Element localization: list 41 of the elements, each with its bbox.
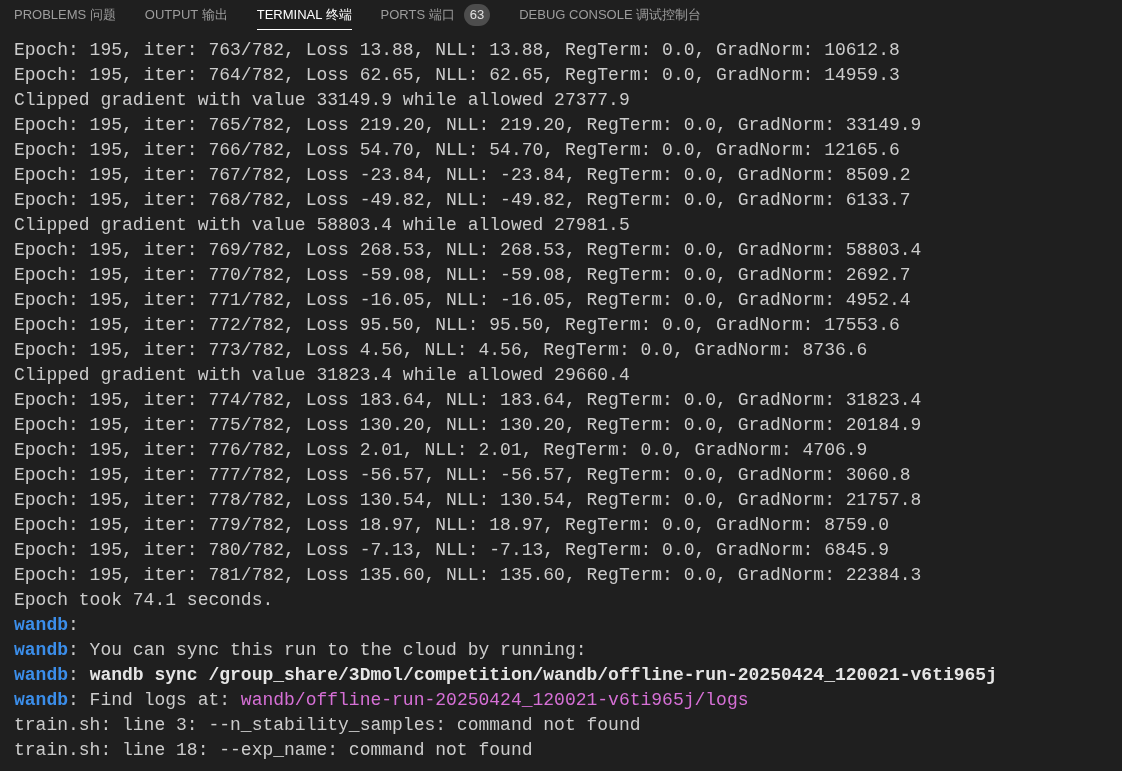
terminal-line: Epoch: 195, iter: 781/782, Loss 135.60, NLL: 135.60, RegTerm: 0.0, GradNorm: 22384.3	[14, 564, 923, 587]
panel-tab[interactable]: TERMINAL 终端	[256, 0, 352, 30]
terminal-line: train.sh: line 3: --n_stability_samples: command not found	[14, 714, 642, 737]
terminal-line: Epoch: 195, iter: 767/782, Loss -23.84, NLL: -23.84, RegTerm: 0.0, GradNorm: 8509.2	[14, 164, 912, 187]
terminal-line: Epoch: 195, iter: 770/782, Loss -59.08, NLL: -59.08, RegTerm: 0.0, GradNorm: 2692.7	[14, 264, 912, 287]
terminal-line: Epoch: 195, iter: 764/782, Loss 62.65, NLL: 62.65, RegTerm: 0.0, GradNorm: 14959.3	[14, 64, 901, 87]
panel-tab[interactable]: DEBUG CONSOLE 调试控制台	[519, 0, 702, 30]
terminal-line: Clipped gradient with value 33149.9 while allowed 27377.9	[14, 89, 631, 112]
terminal-text: : Find logs at:	[68, 690, 232, 710]
wandb-prefix: wandb	[14, 640, 68, 660]
terminal-line: Clipped gradient with value 58803.4 while allowed 27981.5	[14, 214, 631, 237]
terminal-line: Epoch: 195, iter: 777/782, Loss -56.57, NLL: -56.57, RegTerm: 0.0, GradNorm: 3060.8	[14, 464, 912, 487]
panel-tab[interactable]: OUTPUT 输出	[144, 0, 228, 30]
terminal-text: : You can sync this run to the cloud by running:	[68, 640, 587, 660]
wandb-prefix: wandb	[14, 665, 68, 685]
terminal-line: Clipped gradient with value 31823.4 while allowed 29660.4	[14, 364, 631, 387]
terminal-line: Epoch: 195, iter: 778/782, Loss 130.54, NLL: 130.54, RegTerm: 0.0, GradNorm: 21757.8	[14, 489, 923, 512]
terminal-text: :	[68, 615, 79, 635]
terminal-line: Epoch: 195, iter: 768/782, Loss -49.82, NLL: -49.82, RegTerm: 0.0, GradNorm: 6133.7	[14, 189, 912, 212]
terminal-line: Epoch: 195, iter: 780/782, Loss -7.13, NLL: -7.13, RegTerm: 0.0, GradNorm: 6845.9	[14, 539, 890, 562]
terminal-line: Epoch: 195, iter: 776/782, Loss 2.01, NLL: 2.01, RegTerm: 0.0, GradNorm: 4706.9	[14, 439, 869, 462]
terminal-line: Epoch: 195, iter: 779/782, Loss 18.97, NLL: 18.97, RegTerm: 0.0, GradNorm: 8759.0	[14, 514, 890, 537]
terminal-line: Epoch: 195, iter: 769/782, Loss 268.53, NLL: 268.53, RegTerm: 0.0, GradNorm: 58803.4	[14, 239, 923, 262]
terminal-line: Epoch: 195, iter: 766/782, Loss 54.70, NLL: 54.70, RegTerm: 0.0, GradNorm: 12165.6	[14, 139, 901, 162]
wandb-prefix: wandb	[14, 615, 68, 635]
terminal-line: Epoch: 195, iter: 775/782, Loss 130.20, NLL: 130.20, RegTerm: 0.0, GradNorm: 20184.9	[14, 414, 923, 437]
terminal-line: Epoch: 195, iter: 772/782, Loss 95.50, NLL: 95.50, RegTerm: 0.0, GradNorm: 17553.6	[14, 314, 901, 337]
terminal-line: Epoch: 195, iter: 763/782, Loss 13.88, NLL: 13.88, RegTerm: 0.0, GradNorm: 10612.8	[14, 39, 901, 62]
panel-tab[interactable]: PORTS 端口	[380, 0, 455, 30]
terminal-line: Epoch: 195, iter: 774/782, Loss 183.64, NLL: 183.64, RegTerm: 0.0, GradNorm: 31823.4	[14, 389, 923, 412]
terminal-line: Epoch took 74.1 seconds.	[14, 589, 275, 612]
log-path-link[interactable]: wandb/offline-run-20250424_120021-v6ti965j/logs	[240, 690, 749, 710]
terminal-line: Epoch: 195, iter: 771/782, Loss -16.05, NLL: -16.05, RegTerm: 0.0, GradNorm: 4952.4	[14, 289, 912, 312]
panel-tab[interactable]: PROBLEMS 问题	[14, 0, 116, 30]
terminal-text: :	[68, 665, 80, 685]
terminal-line: Epoch: 195, iter: 765/782, Loss 219.20, NLL: 219.20, RegTerm: 0.0, GradNorm: 33149.9	[14, 114, 923, 137]
count-badge: 63	[463, 4, 491, 26]
terminal-line: Epoch: 195, iter: 773/782, Loss 4.56, NLL: 4.56, RegTerm: 0.0, GradNorm: 8736.6	[14, 339, 869, 362]
wandb-prefix: wandb	[14, 690, 68, 710]
terminal-line: train.sh: line 18: --exp_name: command not found	[14, 739, 534, 762]
command-text: wandb sync /group_share/3Dmol/competition/wandb/offline-run-20250424_120021-v6ti965j	[89, 665, 997, 685]
